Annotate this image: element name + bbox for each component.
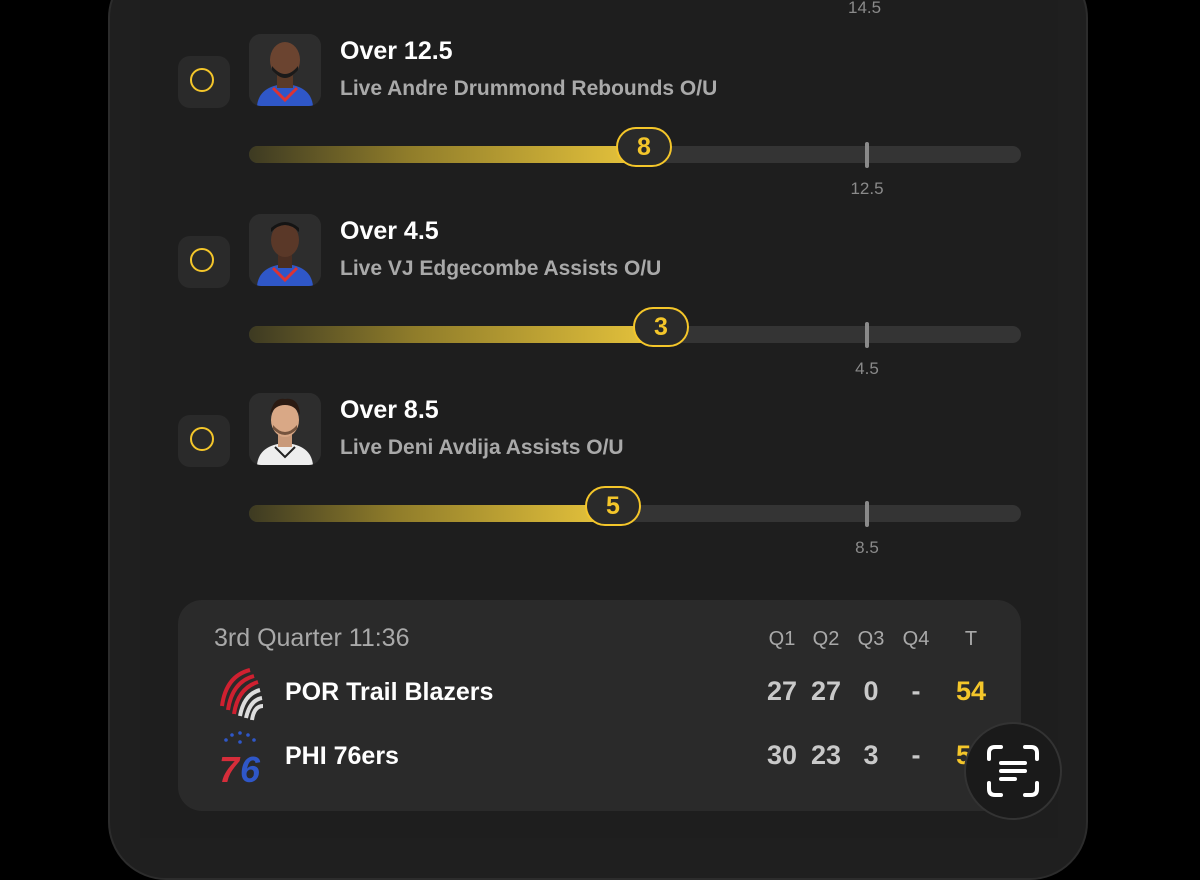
game-status: 3rd Quarter 11:36 bbox=[214, 624, 410, 652]
quarter-score: - bbox=[911, 740, 921, 770]
76ers-logo: 7 6 bbox=[216, 730, 266, 790]
column-header: T bbox=[964, 628, 978, 650]
quarter-score: 30 bbox=[766, 740, 798, 770]
line-label: 12.5 bbox=[850, 179, 884, 198]
text-scan-button[interactable] bbox=[964, 722, 1062, 820]
current-value-badge: 5 bbox=[585, 486, 641, 526]
player-avatar bbox=[249, 34, 321, 106]
team-row: 7 6 PHI 76ers 30 23 3 - 56 bbox=[178, 730, 1021, 790]
text-scan-icon bbox=[987, 745, 1039, 797]
quarter-score: 23 bbox=[810, 740, 842, 770]
quarter-score: 0 bbox=[863, 676, 879, 706]
player-avatar bbox=[249, 393, 321, 465]
prop-title: Over 8.5 bbox=[340, 396, 439, 424]
total-score: 54 bbox=[955, 676, 987, 706]
line-marker bbox=[865, 142, 869, 168]
select-prop-radio[interactable] bbox=[178, 415, 230, 467]
prop-subtitle: Live Andre Drummond Rebounds O/U bbox=[340, 77, 718, 100]
prop-row: Over 8.5 Live Deni Avdija Assists O/U 8.… bbox=[0, 393, 1200, 563]
column-header: Q4 bbox=[902, 628, 930, 650]
column-header: Q2 bbox=[812, 628, 840, 650]
prop-title: Over 12.5 bbox=[340, 37, 453, 65]
line-marker bbox=[865, 322, 869, 348]
current-value-badge: 3 bbox=[633, 307, 689, 347]
quarter-score: 3 bbox=[863, 740, 879, 770]
player-avatar bbox=[249, 214, 321, 286]
radio-circle-icon bbox=[190, 68, 214, 92]
team-name: PHI 76ers bbox=[285, 742, 399, 770]
quarter-score: 27 bbox=[810, 676, 842, 706]
progress-track: 8.5 5 bbox=[249, 486, 1021, 557]
quarter-score: 27 bbox=[766, 676, 798, 706]
progress-fill bbox=[249, 326, 661, 343]
prop-title: Over 4.5 bbox=[340, 217, 439, 245]
quarter-score: - bbox=[911, 676, 921, 706]
radio-circle-icon bbox=[190, 427, 214, 451]
line-label: 8.5 bbox=[855, 538, 879, 557]
progress-fill bbox=[249, 146, 644, 163]
progress-fill bbox=[249, 505, 613, 522]
team-row: POR Trail Blazers 27 27 0 - 54 bbox=[178, 666, 1021, 726]
current-value-badge: 8 bbox=[616, 127, 672, 167]
previous-line-label: 14.5 bbox=[848, 0, 882, 17]
team-name: POR Trail Blazers bbox=[285, 678, 494, 706]
trail-blazers-logo bbox=[216, 666, 266, 722]
select-prop-radio[interactable] bbox=[178, 56, 230, 108]
progress-track: 4.5 3 bbox=[249, 307, 1021, 378]
svg-text:7: 7 bbox=[219, 749, 241, 786]
prop-subtitle: Live Deni Avdija Assists O/U bbox=[340, 436, 624, 459]
svg-text:6: 6 bbox=[240, 749, 261, 786]
prop-subtitle: Live VJ Edgecombe Assists O/U bbox=[340, 257, 662, 280]
column-header: Q3 bbox=[857, 628, 885, 650]
column-header: Q1 bbox=[768, 628, 796, 650]
line-marker bbox=[865, 501, 869, 527]
scoreboard: 3rd Quarter 11:36 Q1 Q2 Q3 Q4 T POR Trai… bbox=[178, 600, 1021, 811]
prop-row: Over 12.5 Live Andre Drummond Rebounds O… bbox=[0, 34, 1200, 204]
select-prop-radio[interactable] bbox=[178, 236, 230, 288]
radio-circle-icon bbox=[190, 248, 214, 272]
line-label: 4.5 bbox=[855, 359, 879, 378]
prop-row: Over 4.5 Live VJ Edgecombe Assists O/U 4… bbox=[0, 214, 1200, 384]
progress-track: 12.5 8 bbox=[249, 127, 1021, 198]
